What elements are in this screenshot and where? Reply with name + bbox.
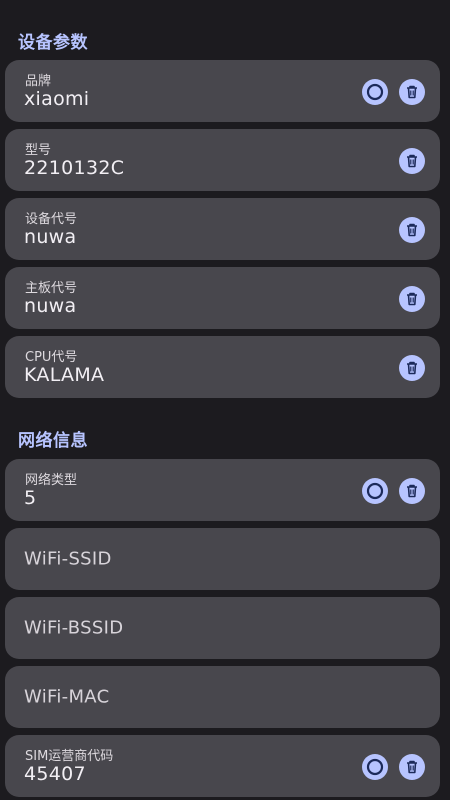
param-value: nuwa [24, 226, 77, 248]
trash-icon[interactable] [399, 79, 425, 105]
param-label: 设备代号 [25, 212, 78, 227]
param-label: SIM运营商代码 [25, 749, 114, 764]
param-card-wifi-ssid[interactable]: WiFi-SSID [5, 528, 440, 590]
param-label: 型号 [25, 143, 52, 158]
param-label: 主板代号 [25, 281, 78, 296]
param-card-cpu-code[interactable]: CPU代号 KALAMA [5, 336, 440, 398]
param-placeholder: WiFi-MAC [24, 686, 110, 708]
param-label: 网络类型 [25, 473, 78, 488]
circle-icon[interactable] [362, 754, 388, 780]
trash-icon[interactable] [399, 286, 425, 312]
trash-icon[interactable] [399, 148, 425, 174]
param-card-wifi-bssid[interactable]: WiFi-BSSID [5, 597, 440, 659]
param-value: 5 [24, 487, 37, 509]
trash-icon[interactable] [399, 217, 425, 243]
param-placeholder: WiFi-SSID [24, 548, 112, 570]
trash-icon[interactable] [399, 754, 425, 780]
param-card-model[interactable]: 型号 2210132C [5, 129, 440, 191]
param-value: KALAMA [24, 364, 105, 386]
circle-icon[interactable] [362, 79, 388, 105]
param-value: 2210132C [24, 157, 125, 179]
section-title-device-params: 设备参数 [18, 33, 88, 53]
param-card-board-code[interactable]: 主板代号 nuwa [5, 267, 440, 329]
param-placeholder: WiFi-BSSID [24, 617, 124, 639]
trash-icon[interactable] [399, 355, 425, 381]
circle-icon[interactable] [362, 478, 388, 504]
param-card-sim-operator[interactable]: SIM运营商代码 45407 [5, 735, 440, 797]
trash-icon[interactable] [399, 478, 425, 504]
param-label: CPU代号 [25, 350, 78, 365]
param-label: 品牌 [25, 74, 52, 89]
section-title-network-info: 网络信息 [18, 431, 88, 451]
param-value: 45407 [24, 763, 86, 785]
param-card-brand[interactable]: 品牌 xiaomi [5, 60, 440, 122]
param-card-network-type[interactable]: 网络类型 5 [5, 459, 440, 521]
param-card-wifi-mac[interactable]: WiFi-MAC [5, 666, 440, 728]
param-value: nuwa [24, 295, 77, 317]
param-value: xiaomi [24, 88, 90, 110]
param-card-device-code[interactable]: 设备代号 nuwa [5, 198, 440, 260]
